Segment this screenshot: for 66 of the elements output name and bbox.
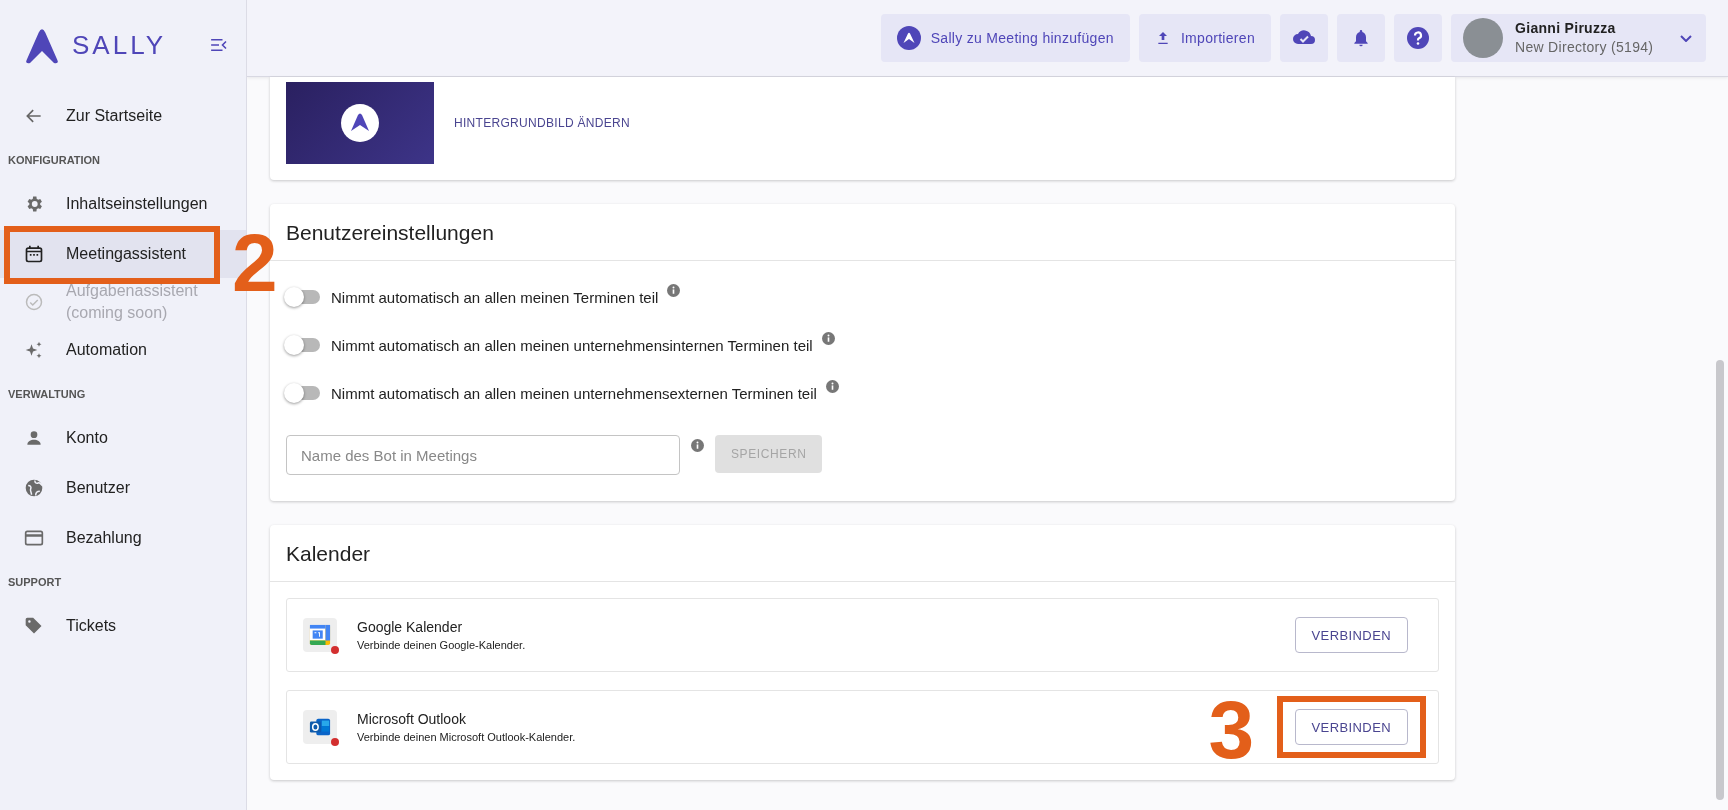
connect-button[interactable]: VERBINDEN	[1294, 709, 1408, 745]
sidebar-item-label: Meetingassistent	[66, 244, 187, 264]
header-button[interactable]: Importieren	[1138, 14, 1271, 62]
user-menu[interactable]: Gianni Piruzza New Directory (5194)	[1451, 14, 1706, 62]
provider-name: Microsoft Outlook	[357, 711, 467, 727]
logo-text: SALLY	[72, 29, 167, 61]
step-number: 3	[1208, 689, 1255, 771]
sidebar-item-label: Aufgabenassistent	[66, 281, 198, 301]
change-background-link[interactable]: HINTERGRUNDBILD ÄNDERN	[454, 116, 630, 130]
info-icon[interactable]	[821, 332, 835, 345]
toggle-switch[interactable]	[286, 338, 320, 352]
scrollbar-thumb[interactable]	[1716, 360, 1724, 800]
sidebar-item[interactable]: Inhaltseinstellungen	[0, 180, 246, 228]
info-icon[interactable]	[667, 284, 681, 297]
bot-name-field[interactable]: Name des Bot in Meetings	[286, 435, 680, 475]
card-title: Kalender	[270, 525, 1455, 582]
credit-card-icon	[24, 528, 44, 548]
help-icon	[1406, 26, 1430, 50]
logo-icon	[340, 103, 380, 143]
sidebar-item-note: (coming soon)	[66, 303, 169, 323]
sidebar-item[interactable]: Tickets	[0, 602, 246, 650]
sidebar-item[interactable]: Automation	[0, 326, 246, 374]
logo-icon	[896, 26, 921, 50]
info-icon[interactable]	[825, 380, 839, 393]
user-name: Gianni Piruzza	[1515, 19, 1616, 38]
toggle-label: Nimmt automatisch an allen meinen unternehmensinternen Terminen teil	[331, 336, 813, 354]
provider-description: Verbinde deinen Google-Kalender.	[357, 639, 527, 651]
sparkle-icon	[24, 340, 44, 360]
sidebar-item-label: Benutzer	[66, 478, 131, 498]
cloud-sync-button[interactable]	[1280, 14, 1328, 62]
bell-icon	[1351, 28, 1371, 48]
person-icon	[24, 428, 44, 448]
section-heading: KONFIGURATION	[7, 153, 102, 168]
user-directory: New Directory (5194)	[1515, 38, 1654, 57]
check-circle-icon	[24, 292, 44, 312]
chevron-down-icon	[1680, 34, 1692, 42]
connect-button[interactable]: VERBINDEN	[1294, 617, 1408, 653]
sidebar-item-label: Inhaltseinstellungen	[66, 194, 208, 214]
back-link[interactable]: Zur Startseite	[0, 92, 246, 140]
tag-icon	[24, 616, 44, 636]
section-heading: VERWALTUNG	[7, 387, 87, 402]
mail-app-icon	[309, 716, 331, 738]
sidebar-item[interactable]: Bezahlung	[0, 514, 246, 562]
help-button[interactable]	[1394, 14, 1442, 62]
section-heading: SUPPORT	[7, 575, 63, 590]
info-icon[interactable]	[691, 439, 704, 452]
provider-name: Google Kalender	[357, 619, 464, 635]
toggle-switch[interactable]	[286, 290, 320, 304]
sidebar-item-label: Konto	[66, 428, 108, 448]
sidebar-item-label: Bezahlung	[66, 528, 142, 548]
sidebar-item-label: Automation	[66, 340, 147, 360]
globe-icon	[24, 478, 44, 498]
collapse-menu-icon[interactable]	[210, 38, 228, 52]
toggle-label: Nimmt automatisch an allen meinen Terminen teil	[331, 288, 659, 306]
back-label: Zur Startseite	[66, 107, 163, 125]
sidebar-item[interactable]: Benutzer	[0, 464, 246, 512]
calendar-icon	[309, 624, 331, 646]
sidebar-item-label: Tickets	[66, 616, 117, 636]
toggle-label: Nimmt automatisch an allen meinen unternehmensexternen Terminen teil	[331, 384, 817, 402]
calendar-icon	[24, 244, 44, 264]
notifications-button[interactable]	[1337, 14, 1385, 62]
provider-description: Verbinde deinen Microsoft Outlook-Kalender.	[357, 731, 577, 743]
sidebar-item[interactable]: Konto	[0, 414, 246, 462]
avatar	[1463, 18, 1503, 58]
toggle-switch[interactable]	[286, 386, 320, 400]
header-button[interactable]: Sally zu Meeting hinzufügen	[880, 14, 1130, 62]
